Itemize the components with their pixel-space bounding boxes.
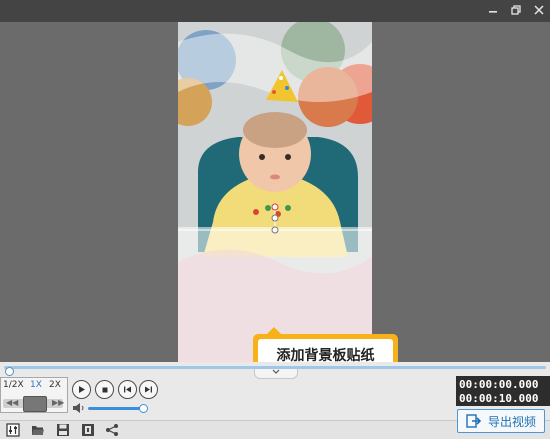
video-preview-canvas[interactable] — [178, 22, 372, 362]
speed-slider-thumb[interactable] — [23, 396, 47, 412]
stop-button[interactable] — [95, 380, 114, 399]
close-button[interactable] — [528, 0, 550, 22]
volume-icon[interactable] — [72, 403, 86, 413]
previous-frame-icon — [124, 386, 131, 393]
share-icon[interactable] — [105, 423, 119, 437]
chevron-down-icon — [272, 369, 280, 374]
title-bar — [0, 0, 550, 22]
speed-control: 1/2X 1X 2X ◀◀ ▶▶ — [0, 377, 68, 413]
speed-option-2x[interactable]: 2X — [49, 380, 61, 390]
previous-frame-button[interactable] — [118, 380, 137, 399]
play-icon — [79, 386, 85, 393]
time-display: 00:00:00.000 00:00:10.000 — [456, 376, 550, 406]
speed-option-1x[interactable]: 1X — [30, 380, 42, 390]
fast-forward-icon[interactable]: ▶▶ — [52, 398, 64, 407]
save-icon[interactable] — [56, 423, 70, 437]
restore-icon — [511, 5, 521, 15]
video-frame-image — [178, 22, 372, 362]
total-time: 00:00:10.000 — [459, 392, 539, 405]
export-video-button[interactable]: 导出视频 — [457, 409, 545, 433]
stop-icon — [102, 387, 107, 392]
tooltip-arrow — [267, 327, 281, 334]
export-icon — [466, 414, 482, 428]
mixer-icon[interactable] — [6, 423, 20, 437]
close-icon — [534, 5, 544, 15]
volume-slider-track[interactable] — [88, 407, 142, 410]
preview-stage: 添加背景板贴纸 — [0, 22, 550, 376]
minimize-icon — [489, 11, 497, 13]
export-video-label: 导出视频 — [488, 414, 537, 429]
minimize-button[interactable] — [482, 0, 504, 22]
save-as-icon[interactable] — [81, 423, 95, 437]
timeline-playhead[interactable] — [5, 367, 14, 376]
open-folder-icon[interactable] — [31, 423, 45, 437]
rewind-icon[interactable]: ◀◀ — [6, 398, 18, 407]
volume-slider-thumb[interactable] — [139, 404, 148, 413]
collapse-panel-toggle[interactable] — [254, 369, 298, 379]
next-frame-icon — [145, 386, 152, 393]
current-time: 00:00:00.000 — [459, 378, 539, 391]
play-button[interactable] — [72, 380, 91, 399]
speed-option-half[interactable]: 1/2X — [3, 380, 24, 390]
restore-button[interactable] — [505, 0, 527, 22]
next-frame-button[interactable] — [139, 380, 158, 399]
